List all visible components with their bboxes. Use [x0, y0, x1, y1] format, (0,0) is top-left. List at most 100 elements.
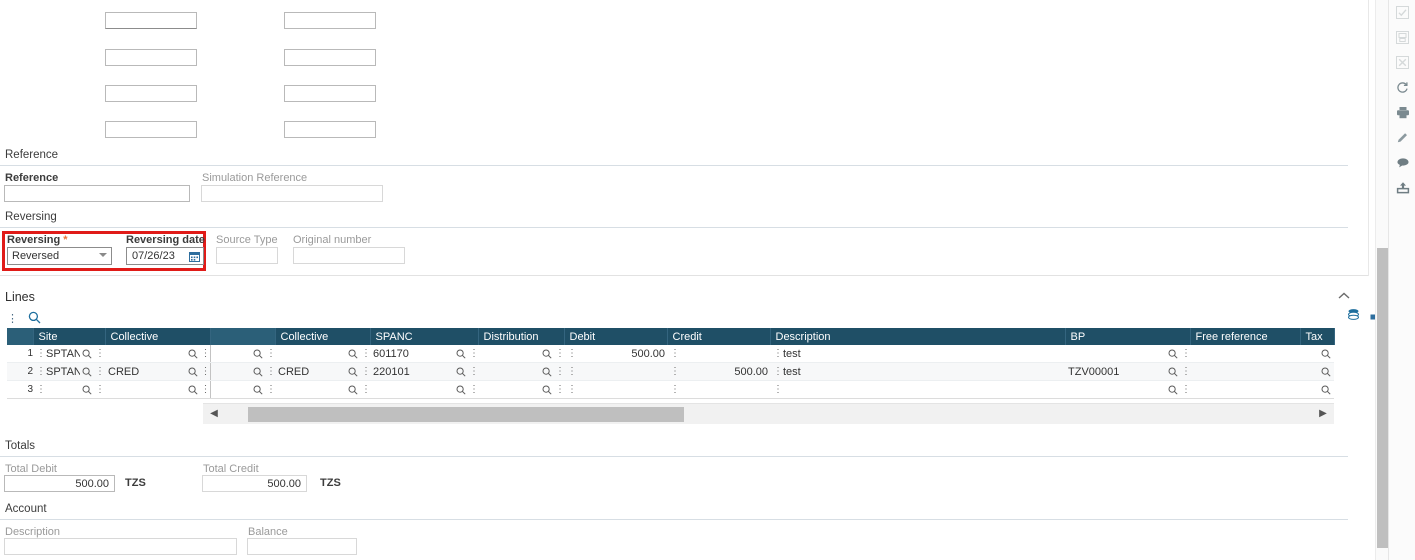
- cell-lookup_gap[interactable]: ⋮: [209, 345, 275, 363]
- top-field-b2[interactable]: [284, 49, 376, 66]
- simulation-reference-input[interactable]: [201, 185, 383, 202]
- cell-kebab-icon[interactable]: ⋮: [95, 348, 105, 359]
- lookup-search-icon[interactable]: [456, 349, 467, 359]
- layers-icon[interactable]: [1347, 308, 1360, 321]
- vertical-scroll-thumb[interactable]: [1377, 248, 1388, 548]
- cell-lookup_gap[interactable]: ⋮: [209, 380, 275, 399]
- cell-free_reference[interactable]: [1190, 345, 1300, 363]
- original-number-input[interactable]: [293, 247, 405, 264]
- cell-kebab-icon[interactable]: ⋮: [1181, 348, 1190, 359]
- share-icon[interactable]: [1389, 175, 1415, 200]
- lookup-search-icon[interactable]: [348, 367, 359, 377]
- cell-debit[interactable]: ⋮: [564, 362, 667, 381]
- col-header-distribution[interactable]: Distribution: [478, 328, 565, 345]
- col-header-collective-2[interactable]: Collective: [275, 328, 371, 345]
- cell-lookup_gap[interactable]: ⋮: [209, 362, 275, 381]
- cell-debit[interactable]: ⋮ 500.00: [564, 345, 667, 363]
- scroll-left-arrow-icon[interactable]: ◀: [208, 408, 220, 420]
- cell-kebab-icon[interactable]: ⋮: [201, 348, 211, 359]
- cell-distribution[interactable]: ⋮: [478, 380, 564, 399]
- lookup-search-icon[interactable]: [188, 349, 199, 359]
- col-header-description[interactable]: Description: [770, 328, 1066, 345]
- lookup-search-icon[interactable]: [1321, 349, 1332, 359]
- cell-kebab-icon[interactable]: ⋮: [670, 384, 680, 395]
- col-header-lookup-gap[interactable]: [209, 328, 276, 345]
- cell-collective1[interactable]: CRED ⋮: [105, 362, 211, 381]
- cell-kebab-icon[interactable]: ⋮: [201, 366, 211, 377]
- cell-kebab-icon[interactable]: ⋮: [567, 384, 577, 395]
- lookup-search-icon[interactable]: [1168, 367, 1179, 377]
- cell-kebab-icon[interactable]: ⋮: [555, 348, 564, 359]
- cell-kebab-icon[interactable]: ⋮: [36, 366, 46, 377]
- lookup-search-icon[interactable]: [188, 367, 199, 377]
- cell-kebab-icon[interactable]: ⋮: [95, 384, 105, 395]
- scroll-right-arrow-icon[interactable]: ▶: [1317, 408, 1329, 420]
- lookup-search-icon[interactable]: [253, 349, 264, 359]
- lookup-search-icon[interactable]: [1321, 385, 1332, 395]
- chevron-up-icon[interactable]: [1337, 291, 1351, 303]
- col-header-tax[interactable]: Tax: [1300, 328, 1335, 345]
- cell-tax[interactable]: [1300, 362, 1334, 381]
- col-header-credit[interactable]: Credit: [667, 328, 771, 345]
- cell-kebab-icon[interactable]: ⋮: [670, 366, 680, 377]
- col-header-debit[interactable]: Debit: [564, 328, 668, 345]
- cell-kebab-icon[interactable]: ⋮: [201, 384, 211, 395]
- cell-free_reference[interactable]: [1190, 380, 1300, 399]
- cell-kebab-icon[interactable]: ⋮: [36, 384, 46, 395]
- lookup-search-icon[interactable]: [1321, 367, 1332, 377]
- cell-distribution[interactable]: ⋮: [478, 362, 564, 381]
- source-type-input[interactable]: [216, 247, 278, 264]
- lookup-search-icon[interactable]: [188, 385, 199, 395]
- lookup-search-icon[interactable]: [348, 385, 359, 395]
- cell-site[interactable]: ⋮ SPTAN ⋮: [33, 362, 105, 381]
- cell-kebab-icon[interactable]: ⋮: [266, 348, 275, 359]
- lookup-search-icon[interactable]: [456, 367, 467, 377]
- cell-kebab-icon[interactable]: ⋮: [773, 384, 783, 395]
- horizontal-scroll-thumb[interactable]: [248, 407, 684, 422]
- cell-spanc[interactable]: 601170 ⋮: [370, 345, 478, 363]
- lines-horizontal-scrollbar[interactable]: ◀ ▶: [203, 403, 1334, 424]
- reference-input[interactable]: [4, 185, 190, 202]
- cell-credit[interactable]: ⋮: [667, 380, 770, 399]
- kebab-menu-icon[interactable]: ⋮: [7, 314, 18, 325]
- lookup-search-icon[interactable]: [542, 385, 553, 395]
- table-row[interactable]: 2 ⋮ SPTAN ⋮ CRED ⋮ ⋮ CRED ⋮ 220101 ⋮ ⋮ ⋮ ⋮ 500.00 ⋮ test…: [7, 362, 1334, 381]
- top-field-b4[interactable]: [284, 121, 376, 138]
- cell-distribution[interactable]: ⋮: [478, 345, 564, 363]
- cell-spanc[interactable]: 220101 ⋮: [370, 362, 478, 381]
- lookup-search-icon[interactable]: [253, 367, 264, 377]
- account-description-input[interactable]: [4, 538, 237, 555]
- cell-kebab-icon[interactable]: ⋮: [555, 384, 564, 395]
- cell-collective2[interactable]: CRED ⋮: [275, 362, 370, 381]
- lookup-search-icon[interactable]: [542, 349, 553, 359]
- cell-spanc[interactable]: ⋮: [370, 380, 478, 399]
- search-icon[interactable]: [28, 311, 42, 325]
- cell-collective2[interactable]: ⋮: [275, 380, 370, 399]
- cell-kebab-icon[interactable]: ⋮: [469, 366, 478, 377]
- cell-kebab-icon[interactable]: ⋮: [469, 348, 478, 359]
- top-field-a3[interactable]: [105, 85, 197, 102]
- lookup-search-icon[interactable]: [82, 385, 93, 395]
- print-icon[interactable]: [1389, 100, 1415, 125]
- calendar-icon[interactable]: [189, 251, 200, 262]
- col-header-site[interactable]: Site: [33, 328, 106, 345]
- account-balance-input[interactable]: [247, 538, 357, 555]
- cell-credit[interactable]: ⋮: [667, 345, 770, 363]
- cell-kebab-icon[interactable]: ⋮: [773, 348, 783, 359]
- cell-kebab-icon[interactable]: ⋮: [361, 384, 370, 395]
- col-header-bp[interactable]: BP: [1065, 328, 1191, 345]
- col-header-spanc[interactable]: SPANC: [370, 328, 479, 345]
- cell-free_reference[interactable]: [1190, 362, 1300, 381]
- reversing-select[interactable]: Reversed: [7, 247, 112, 265]
- cell-bp[interactable]: ⋮: [1065, 345, 1190, 363]
- cell-kebab-icon[interactable]: ⋮: [95, 366, 105, 377]
- lookup-search-icon[interactable]: [348, 349, 359, 359]
- cell-description[interactable]: ⋮ test: [770, 345, 1065, 363]
- cell-bp[interactable]: TZV00001 ⋮: [1065, 362, 1190, 381]
- top-field-a4[interactable]: [105, 121, 197, 138]
- cell-kebab-icon[interactable]: ⋮: [670, 348, 680, 359]
- cell-site[interactable]: ⋮ SPTAN ⋮: [33, 345, 105, 363]
- reversing-date-input[interactable]: 07/26/23: [126, 247, 204, 265]
- cell-debit[interactable]: ⋮: [564, 380, 667, 399]
- lookup-search-icon[interactable]: [456, 385, 467, 395]
